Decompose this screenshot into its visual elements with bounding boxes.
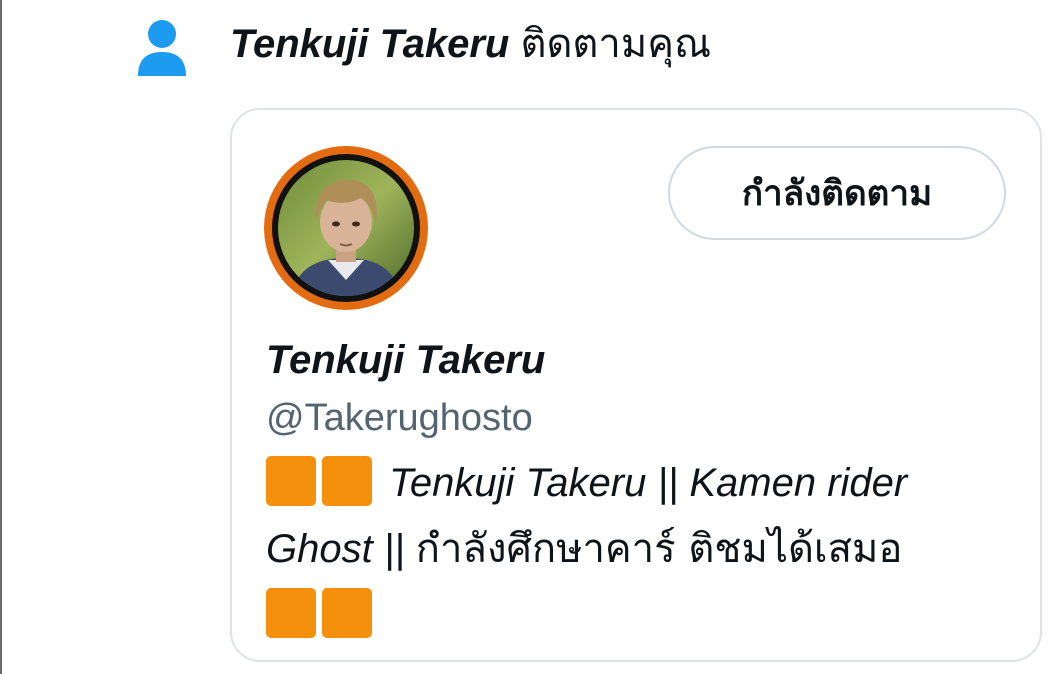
- avatar-frame: [272, 154, 420, 302]
- profile-bio: Tenkuji Takeru || Kamen rider Ghost || ก…: [266, 450, 1026, 648]
- bio-line-2-thai: กำลังศึกษาคาร์ ติชมได้เสมอ: [415, 526, 903, 572]
- notification-action: ติดตามคุณ: [520, 21, 712, 67]
- notification-text: Tenkuji Takeru ติดตามคุณ: [230, 18, 711, 70]
- notification-icon-wrap: [136, 14, 188, 80]
- orange-square-icon: [322, 456, 372, 506]
- profile-handle[interactable]: @Takerughosto: [266, 392, 533, 444]
- person-icon: [138, 20, 186, 76]
- bio-line-2-latin: Ghost ||: [266, 527, 405, 571]
- left-divider: [0, 0, 2, 674]
- bio-line-3: [266, 582, 1026, 648]
- following-button[interactable]: กำลังติดตาม: [668, 146, 1006, 240]
- orange-square-icon: [266, 588, 316, 638]
- avatar[interactable]: [264, 146, 428, 310]
- profile-display-name[interactable]: Tenkuji Takeru: [266, 334, 545, 386]
- avatar-photo: [278, 160, 414, 296]
- bio-line-1: Tenkuji Takeru || Kamen rider: [266, 450, 1026, 516]
- bio-line-1-text: Tenkuji Takeru || Kamen rider: [389, 461, 908, 505]
- bio-line-2: Ghost || กำลังศึกษาคาร์ ติชมได้เสมอ: [266, 516, 1026, 582]
- orange-square-icon: [266, 456, 316, 506]
- notification-user-name[interactable]: Tenkuji Takeru: [230, 22, 509, 66]
- orange-square-icon: [322, 588, 372, 638]
